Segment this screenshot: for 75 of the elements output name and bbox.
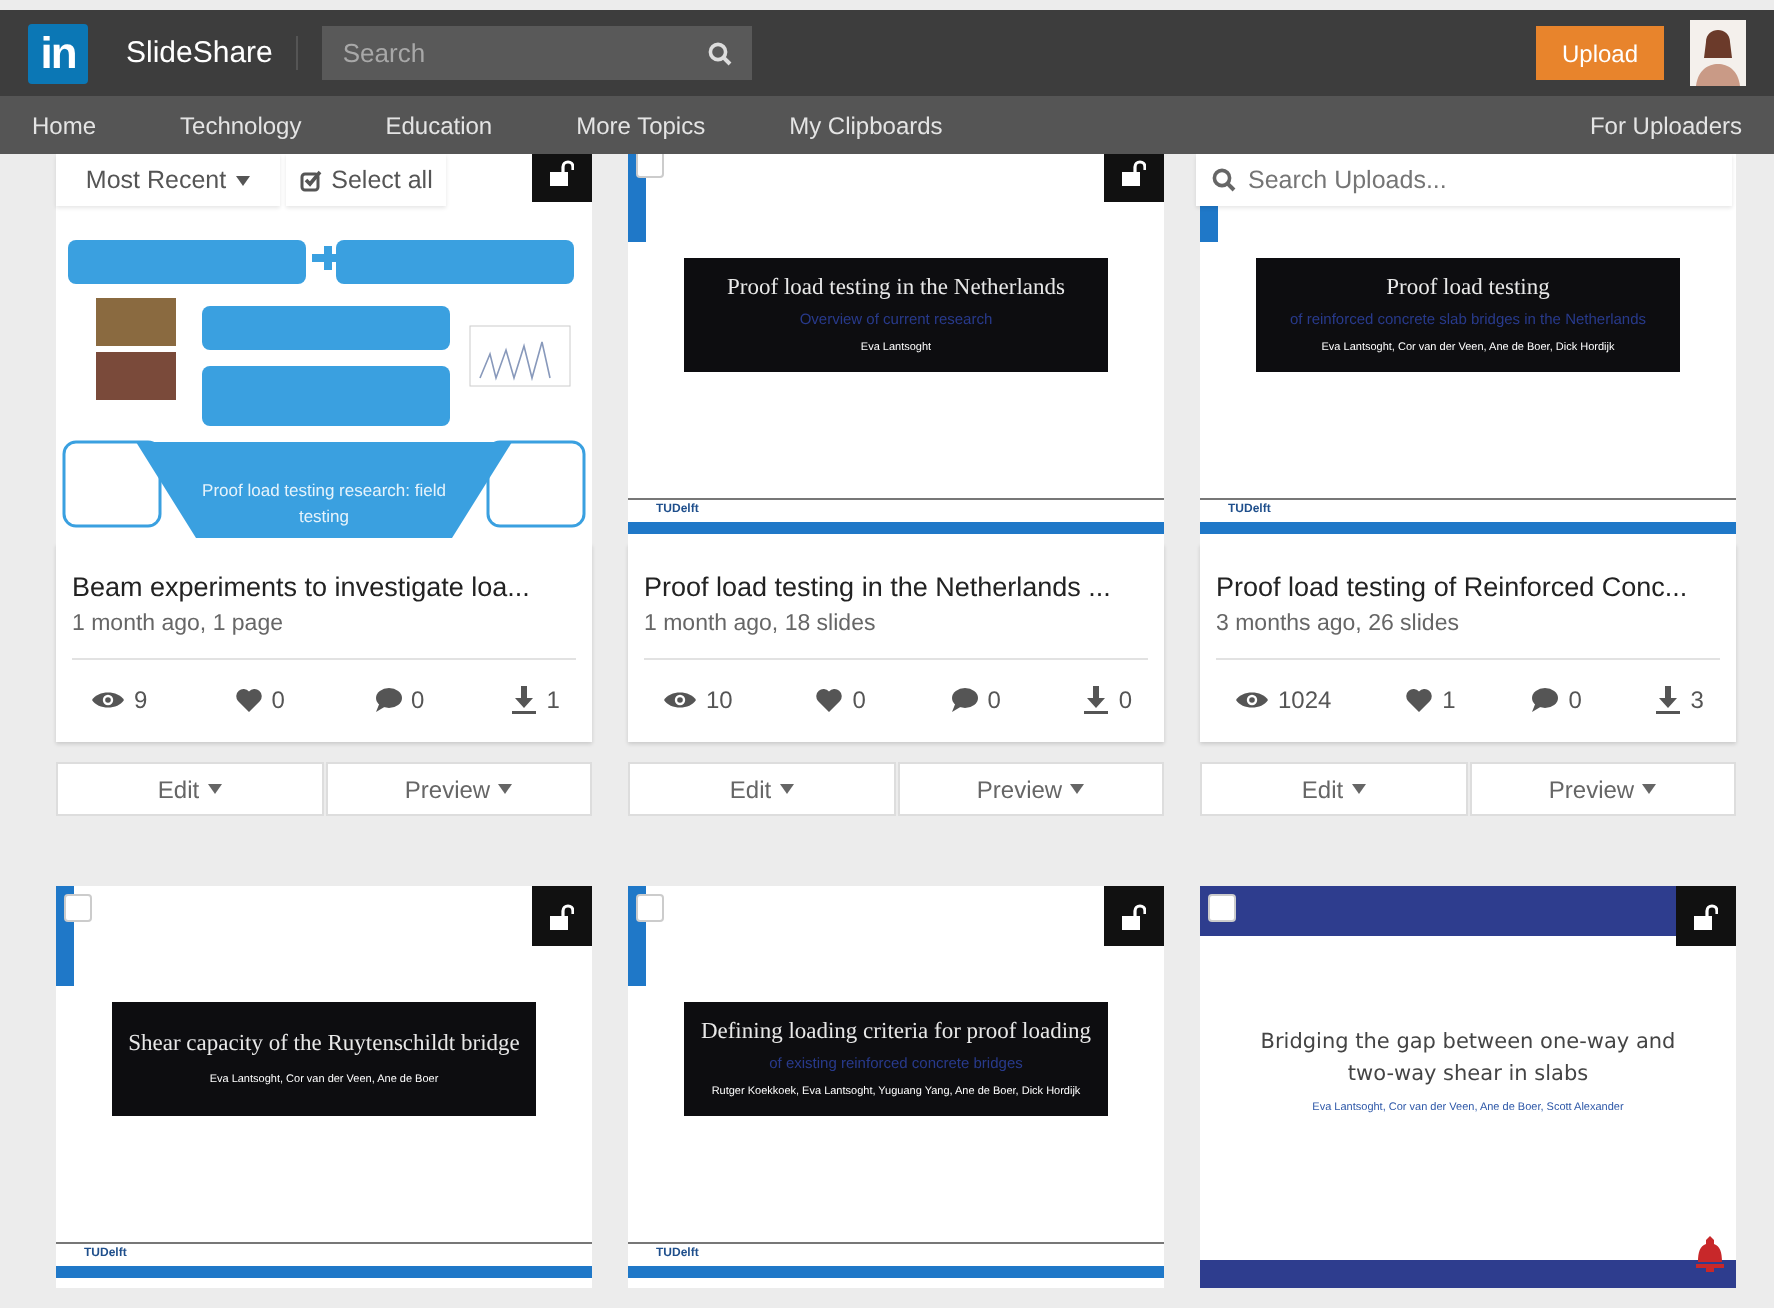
search-icon: [708, 42, 733, 66]
nav-link[interactable]: For Uploaders: [1589, 111, 1742, 139]
edit-button[interactable]: Edit: [56, 762, 323, 816]
download-icon: [1656, 686, 1681, 714]
brand-name[interactable]: SlideShare: [126, 36, 299, 70]
edit-button[interactable]: Edit: [628, 762, 895, 816]
search-icon: [1212, 168, 1236, 192]
caret-icon: [1642, 784, 1657, 794]
caret-icon: [498, 784, 513, 794]
document-title[interactable]: Proof load testing in the Netherlands ...: [644, 572, 1148, 602]
eye-icon: [664, 690, 696, 710]
bell-icon: [1696, 1236, 1724, 1272]
slide-title: Defining loading criteria for proof loading: [700, 1020, 1092, 1048]
download-icon: [1084, 686, 1109, 714]
caret-icon: [236, 175, 251, 185]
like-count: 0: [852, 686, 866, 714]
document-meta: 1 month ago, 1 page: [72, 612, 285, 636]
like-count: 0: [271, 686, 285, 714]
slide-title: Proof load testing in the Netherlands: [727, 276, 1065, 304]
comment-count: 0: [1568, 686, 1582, 714]
checkbox[interactable]: [636, 154, 664, 178]
view-count: 10: [706, 686, 733, 714]
checkbox-icon: [299, 169, 322, 191]
heart-icon: [816, 688, 843, 712]
comment-count: 0: [987, 686, 1001, 714]
logo[interactable]: in: [28, 23, 88, 83]
open-padlock-icon[interactable]: [1122, 903, 1146, 929]
checkbox[interactable]: [1208, 894, 1236, 922]
nav-link[interactable]: More Topics: [576, 111, 706, 139]
open-padlock-icon[interactable]: [1122, 159, 1146, 185]
comment-count: 0: [411, 686, 425, 714]
comment-icon: [373, 688, 402, 712]
slide-title: Bridging the gap between one-way and two-way shear in slabs: [1260, 1028, 1676, 1091]
sort-dropdown[interactable]: Most Recent: [56, 154, 280, 206]
preview-button[interactable]: Preview: [1469, 762, 1736, 816]
comment-icon: [949, 688, 978, 712]
checkbox[interactable]: [64, 894, 92, 922]
download-count: 0: [1118, 686, 1132, 714]
nav-link[interactable]: My Clipboards: [789, 111, 943, 139]
like-count: 1: [1442, 686, 1456, 714]
caret-icon: [779, 784, 794, 794]
slide-title: Shear capacity of the Ruytenschildt bridge: [128, 1032, 520, 1060]
heart-icon: [1406, 688, 1433, 712]
open-padlock-icon[interactable]: [550, 159, 574, 185]
document-meta: 1 month ago, 18 slides: [644, 612, 878, 636]
heart-icon: [235, 688, 262, 712]
search-uploads-field[interactable]: Search Uploads...: [1196, 154, 1732, 206]
nav-link[interactable]: Home: [32, 111, 97, 139]
download-count: 1: [546, 686, 560, 714]
poster-banner-text: Proof load testing research: field testing: [200, 478, 448, 529]
nav-link[interactable]: Technology: [180, 111, 302, 139]
document-meta: 3 months ago, 26 slides: [1216, 612, 1461, 636]
eye-icon: [92, 690, 124, 710]
view-count: 9: [134, 686, 148, 714]
caret-icon: [1351, 784, 1366, 794]
open-padlock-icon[interactable]: [550, 903, 574, 929]
caret-icon: [1070, 784, 1085, 794]
avatar[interactable]: [1690, 20, 1746, 86]
caret-icon: [207, 784, 222, 794]
edit-button[interactable]: Edit: [1200, 762, 1467, 816]
open-padlock-icon[interactable]: [1694, 903, 1718, 929]
nav-link[interactable]: Education: [385, 111, 493, 139]
view-count: 1024: [1278, 686, 1332, 714]
document-title[interactable]: Beam experiments to investigate loa...: [72, 572, 576, 602]
preview-button[interactable]: Preview: [325, 762, 592, 816]
search-field[interactable]: Search: [322, 26, 753, 80]
download-count: 3: [1690, 686, 1704, 714]
checkbox[interactable]: [636, 894, 664, 922]
preview-button[interactable]: Preview: [897, 762, 1164, 816]
download-icon: [512, 686, 537, 714]
comment-icon: [1530, 688, 1559, 712]
document-title[interactable]: Proof load testing of Reinforced Conc...: [1216, 572, 1720, 602]
eye-icon: [1236, 690, 1268, 710]
select-all-button[interactable]: Select all: [286, 154, 446, 206]
slide-title: Proof load testing: [1386, 276, 1550, 304]
